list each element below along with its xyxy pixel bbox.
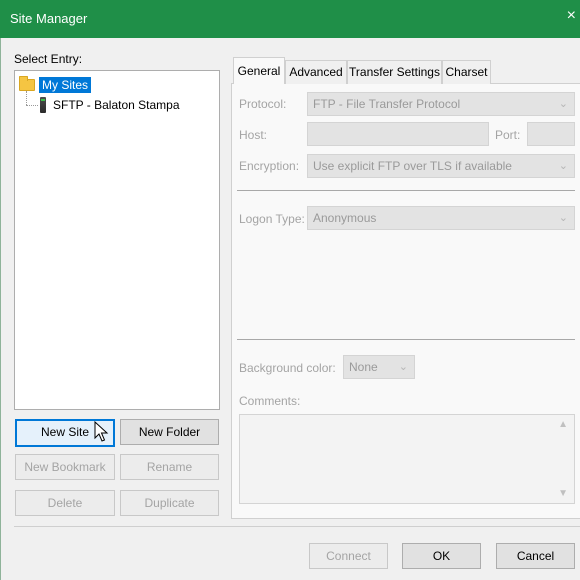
host-label: Host: <box>239 128 268 142</box>
background-color-value: None <box>349 360 378 374</box>
chevron-down-icon: ⌄ <box>398 361 408 373</box>
tree-connector <box>26 105 38 106</box>
chevron-down-icon: ⌄ <box>558 160 568 172</box>
protocol-value: FTP - File Transfer Protocol <box>313 97 461 111</box>
logon-type-select[interactable]: Anonymous ⌄ <box>307 206 575 230</box>
protocol-select[interactable]: FTP - File Transfer Protocol ⌄ <box>307 92 575 116</box>
close-icon[interactable]: × <box>567 8 576 24</box>
tree-connector <box>26 91 27 105</box>
title-bar: Site Manager × <box>0 0 580 38</box>
rename-button[interactable]: Rename <box>120 454 219 480</box>
window-title: Site Manager <box>10 11 88 26</box>
background-color-label: Background color: <box>239 361 336 375</box>
encryption-value: Use explicit FTP over TLS if available <box>313 159 512 173</box>
tab-general[interactable]: General <box>233 57 285 84</box>
new-bookmark-button[interactable]: New Bookmark <box>15 454 115 480</box>
port-label: Port: <box>495 128 521 142</box>
encryption-select[interactable]: Use explicit FTP over TLS if available ⌄ <box>307 154 575 178</box>
divider <box>14 526 580 527</box>
divider <box>237 190 575 191</box>
tab-advanced[interactable]: Advanced <box>285 60 347 84</box>
port-input[interactable] <box>527 122 575 146</box>
scroll-down-icon[interactable]: ▼ <box>558 488 568 499</box>
tab-charset[interactable]: Charset <box>442 60 491 84</box>
cancel-button[interactable]: Cancel <box>496 543 575 569</box>
comments-textarea[interactable]: ▲ ▼ <box>239 414 575 504</box>
logon-type-value: Anonymous <box>313 211 377 225</box>
tree-item-label[interactable]: My Sites <box>39 77 92 93</box>
window-border <box>0 38 1 580</box>
divider <box>237 339 575 340</box>
host-input[interactable] <box>307 122 489 146</box>
background-color-select[interactable]: None ⌄ <box>343 355 415 379</box>
cursor-icon <box>94 421 109 442</box>
folder-icon <box>19 76 35 91</box>
scroll-up-icon[interactable]: ▲ <box>558 419 568 430</box>
duplicate-button[interactable]: Duplicate <box>120 490 219 516</box>
tab-transfer-settings[interactable]: Transfer Settings <box>347 60 442 84</box>
ok-button[interactable]: OK <box>402 543 481 569</box>
chevron-down-icon: ⌄ <box>558 212 568 224</box>
logon-type-label: Logon Type: <box>239 212 305 226</box>
tree-item-label[interactable]: SFTP - Balaton Stampa <box>53 96 180 114</box>
delete-button[interactable]: Delete <box>15 490 115 516</box>
server-icon <box>40 97 46 113</box>
encryption-label: Encryption: <box>239 159 300 173</box>
protocol-label: Protocol: <box>239 97 287 111</box>
comments-label: Comments: <box>239 394 301 408</box>
new-folder-button[interactable]: New Folder <box>120 419 219 445</box>
connect-button[interactable]: Connect <box>309 543 388 569</box>
select-entry-label: Select Entry: <box>14 52 83 66</box>
chevron-down-icon: ⌄ <box>558 98 568 110</box>
site-tree[interactable]: My Sites SFTP - Balaton Stampa <box>14 70 220 410</box>
